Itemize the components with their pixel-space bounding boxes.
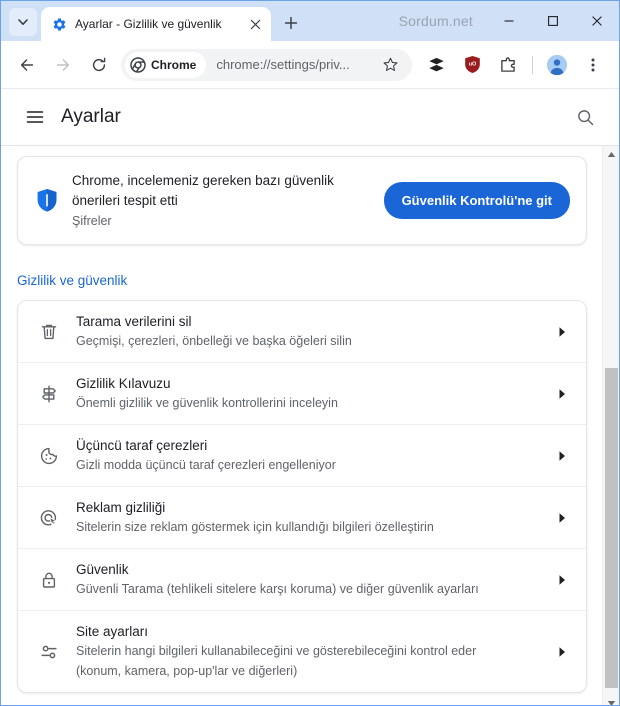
row-text: Reklam gizliliği Sitelerin size reklam g… bbox=[76, 498, 544, 537]
chevron-right-icon bbox=[554, 646, 570, 658]
row-description-line2: (konum, kamera, pop-up'lar ve diğerleri) bbox=[76, 664, 298, 678]
scroll-up-button[interactable] bbox=[603, 146, 619, 163]
plus-icon bbox=[284, 16, 298, 30]
maximize-button[interactable] bbox=[531, 5, 575, 37]
close-window-button[interactable] bbox=[575, 5, 619, 37]
chrome-logo-icon bbox=[130, 56, 146, 73]
three-dot-menu-icon[interactable] bbox=[577, 49, 609, 81]
row-description: Gizli modda üçüncü taraf çerezleri engel… bbox=[76, 458, 336, 472]
chevron-right-icon bbox=[554, 450, 570, 462]
tab-strip: Ayarlar - Gizlilik ve güvenlik Sordum.ne… bbox=[1, 1, 619, 41]
minimize-icon bbox=[504, 20, 514, 22]
arrow-left-icon bbox=[20, 58, 34, 71]
reload-button[interactable] bbox=[83, 49, 115, 81]
row-text: Gizlilik Kılavuzu Önemli gizlilik ve güv… bbox=[76, 374, 544, 413]
forward-button bbox=[47, 49, 79, 81]
row-reklam-gizliligi[interactable]: Reklam gizliliği Sitelerin size reklam g… bbox=[18, 486, 586, 548]
browser-window: Ayarlar - Gizlilik ve güvenlik Sordum.ne… bbox=[0, 0, 620, 706]
chevron-right-icon bbox=[554, 388, 570, 400]
row-ucuncu-taraf-cerezleri[interactable]: Üçüncü taraf çerezleri Gizli modda üçünc… bbox=[18, 424, 586, 486]
safety-check-subtitle: Şifreler bbox=[72, 214, 112, 228]
section-title-privacy-security: Gizlilik ve güvenlik bbox=[17, 273, 128, 288]
hamburger-menu-icon[interactable] bbox=[17, 99, 53, 135]
browser-toolbar: Chrome chrome://settings/priv... uO bbox=[1, 41, 619, 89]
row-description: Geçmişi, çerezleri, önbelleği ve başka ö… bbox=[76, 334, 352, 348]
back-button[interactable] bbox=[11, 49, 43, 81]
trash-icon bbox=[36, 322, 62, 342]
url-text: chrome://settings/priv... bbox=[216, 57, 350, 72]
watermark-text: Sordum.net bbox=[398, 13, 473, 29]
row-text: Üçüncü taraf çerezleri Gizli modda üçünc… bbox=[76, 436, 544, 475]
tab-close-button[interactable] bbox=[245, 14, 265, 34]
caret-up-icon bbox=[607, 152, 616, 157]
extensions-puzzle-icon[interactable] bbox=[492, 49, 524, 81]
settings-content: Chrome, incelemeniz gereken bazı güvenli… bbox=[1, 145, 619, 705]
settings-gear-icon bbox=[51, 16, 67, 32]
window-controls: Sordum.net bbox=[399, 1, 619, 41]
maximize-icon bbox=[548, 16, 558, 26]
scroll-down-button[interactable] bbox=[603, 695, 619, 705]
row-title: Tarama verilerini sil bbox=[76, 314, 192, 329]
chevron-down-icon bbox=[18, 19, 28, 25]
page-title: Ayarlar bbox=[61, 106, 121, 127]
chrome-origin-chip[interactable]: Chrome bbox=[125, 51, 207, 78]
cookie-icon bbox=[36, 446, 62, 466]
browser-tab[interactable]: Ayarlar - Gizlilik ve güvenlik bbox=[41, 7, 271, 41]
vertical-scrollbar[interactable] bbox=[602, 146, 619, 705]
close-icon bbox=[250, 19, 260, 29]
row-text: Site ayarları Sitelerin hangi bilgileri … bbox=[76, 622, 544, 681]
settings-scroll-area: Chrome, incelemeniz gereken bazı güvenli… bbox=[1, 146, 603, 705]
chevron-right-icon bbox=[554, 574, 570, 586]
tune-sliders-icon bbox=[36, 642, 62, 662]
tab-search-button[interactable] bbox=[9, 8, 37, 36]
minimize-button[interactable] bbox=[487, 5, 531, 37]
go-to-safety-check-button[interactable]: Güvenlik Kontrolü'ne git bbox=[383, 182, 570, 219]
privacy-settings-list: Tarama verilerini sil Geçmişi, çerezleri… bbox=[17, 300, 587, 693]
toolbar-separator bbox=[532, 55, 533, 74]
split-view-icon[interactable] bbox=[420, 49, 452, 81]
arrow-right-icon bbox=[56, 58, 70, 71]
safety-check-card[interactable]: Chrome, incelemeniz gereken bazı güvenli… bbox=[17, 156, 587, 245]
caret-down-icon bbox=[607, 701, 616, 705]
row-text: Tarama verilerini sil Geçmişi, çerezleri… bbox=[76, 312, 544, 351]
row-description: Sitelerin hangi bilgileri kullanabileceğ… bbox=[76, 644, 477, 658]
signpost-guide-icon bbox=[36, 384, 62, 404]
profile-avatar-icon[interactable] bbox=[541, 49, 573, 81]
row-gizlilik-kilavuzu[interactable]: Gizlilik Kılavuzu Önemli gizlilik ve güv… bbox=[18, 362, 586, 424]
reload-icon bbox=[92, 57, 106, 71]
ad-privacy-target-icon bbox=[36, 508, 62, 528]
ublock-origin-icon[interactable]: uO bbox=[456, 49, 488, 81]
new-tab-button[interactable] bbox=[277, 9, 305, 37]
row-description: Güvenli Tarama (tehlikeli sitelere karşı… bbox=[76, 582, 479, 596]
row-guvenlik[interactable]: Güvenlik Güvenli Tarama (tehlikeli sitel… bbox=[18, 548, 586, 610]
close-icon bbox=[592, 16, 602, 26]
safety-check-text: Chrome, incelemeniz gereken bazı güvenli… bbox=[72, 171, 384, 230]
chevron-right-icon bbox=[554, 512, 570, 524]
tab-title: Ayarlar - Gizlilik ve güvenlik bbox=[75, 17, 222, 31]
shield-icon bbox=[34, 188, 60, 213]
search-icon[interactable] bbox=[567, 99, 603, 135]
chevron-right-icon bbox=[554, 326, 570, 338]
row-title: Gizlilik Kılavuzu bbox=[76, 376, 171, 391]
chrome-chip-label: Chrome bbox=[151, 57, 197, 72]
row-text: Güvenlik Güvenli Tarama (tehlikeli sitel… bbox=[76, 560, 544, 599]
settings-header: Ayarlar bbox=[1, 89, 619, 145]
row-site-ayarlari[interactable]: Site ayarları Sitelerin hangi bilgileri … bbox=[18, 610, 586, 692]
row-title: Site ayarları bbox=[76, 624, 149, 639]
row-title: Güvenlik bbox=[76, 562, 129, 577]
scrollbar-thumb[interactable] bbox=[605, 368, 618, 688]
address-bar[interactable]: Chrome chrome://settings/priv... bbox=[121, 48, 412, 81]
row-title: Üçüncü taraf çerezleri bbox=[76, 438, 208, 453]
row-description: Sitelerin size reklam göstermek için kul… bbox=[76, 520, 434, 534]
row-title: Reklam gizliliği bbox=[76, 500, 166, 515]
svg-text:uO: uO bbox=[468, 62, 476, 68]
lock-icon bbox=[36, 570, 62, 590]
row-tarama-verilerini-sil[interactable]: Tarama verilerini sil Geçmişi, çerezleri… bbox=[18, 301, 586, 362]
bookmark-star-icon[interactable] bbox=[378, 53, 402, 77]
row-description: Önemli gizlilik ve güvenlik kontrollerin… bbox=[76, 396, 338, 410]
safety-check-title: Chrome, incelemeniz gereken bazı güvenli… bbox=[72, 173, 334, 208]
